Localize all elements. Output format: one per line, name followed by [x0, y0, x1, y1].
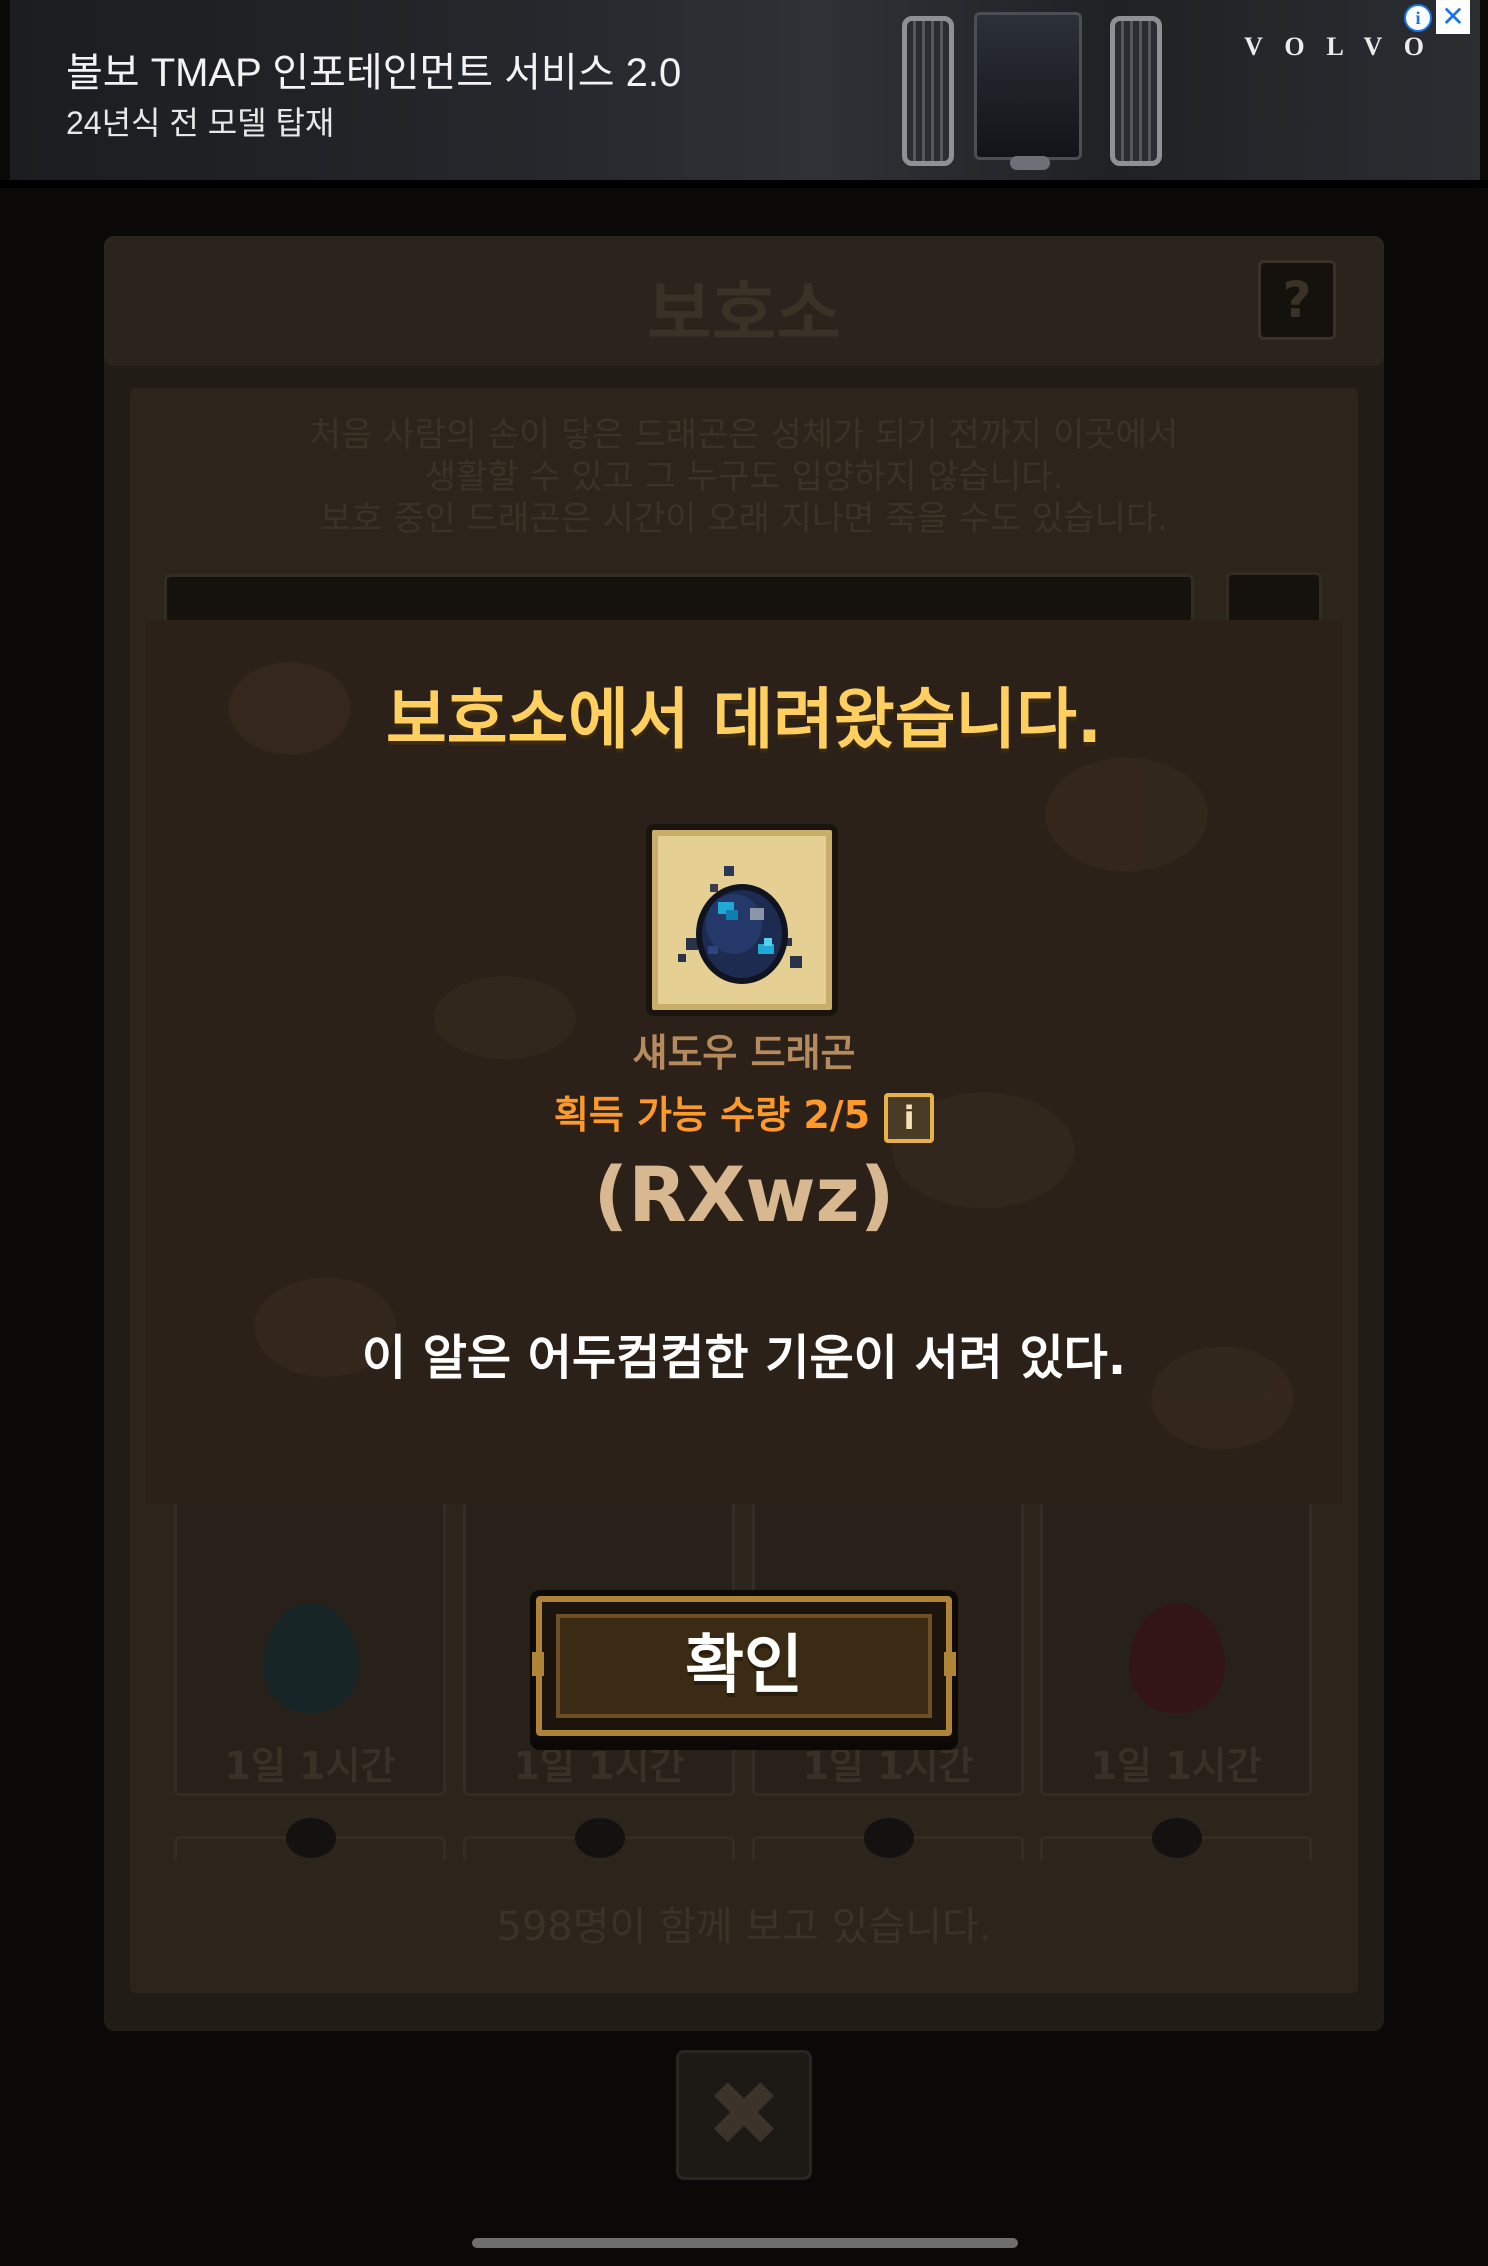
item-name: 섀도우 드래곤 — [632, 1031, 856, 1075]
ad-brand-logo: VOLVO — [1244, 32, 1446, 61]
egg-bubble-icon — [864, 1818, 914, 1858]
acquire-count-row: 획득 가능 수량 2/5 i — [146, 1084, 1342, 1143]
ad-close-icon[interactable]: ✕ — [1436, 0, 1470, 34]
ad-info-icon[interactable]: i — [1404, 4, 1432, 32]
ad-banner[interactable]: 볼보 TMAP 인포테인먼트 서비스 2.0 24년식 전 모델 탑재 VOLV… — [10, 0, 1480, 180]
modal-title: 보호소에서 데려왔습니다. — [386, 681, 1102, 758]
acquire-count-label: 획득 가능 수량 2/5 — [553, 1093, 871, 1137]
ad-divider — [0, 180, 1488, 188]
shelter-status-bar — [164, 574, 1194, 624]
ad-car-dashboard-image — [890, 6, 1220, 174]
egg-card-row-2 — [174, 1836, 1314, 1860]
viewer-count: 598명이 함께 보고 있습니다. — [496, 1904, 992, 1950]
ad-title: 볼보 TMAP 인포테인먼트 서비스 2.0 — [66, 51, 682, 95]
egg-timer: 1일 1시간 — [224, 1744, 396, 1788]
egg-timer: 1일 1시간 — [1090, 1744, 1262, 1788]
shadow-dragon-egg-icon — [678, 866, 802, 984]
info-icon[interactable]: i — [884, 1092, 935, 1143]
egg-bubble-icon — [575, 1818, 625, 1858]
egg-card[interactable]: 1일 1시간 — [1040, 1500, 1312, 1796]
help-button[interactable]: ? — [1258, 260, 1336, 340]
egg-timer: 1일 1시간 — [802, 1744, 974, 1788]
confirm-button[interactable]: 확인 — [530, 1590, 958, 1742]
confirm-label: 확인 — [685, 1629, 803, 1703]
egg-bubble-icon — [286, 1818, 336, 1858]
screen: 볼보 TMAP 인포테인먼트 서비스 2.0 24년식 전 모델 탑재 VOLV… — [0, 0, 1488, 2266]
egg-card[interactable]: 1일 1시간 — [174, 1500, 446, 1796]
egg-icon — [263, 1603, 359, 1713]
close-button[interactable]: ✖ — [676, 2050, 812, 2180]
item-frame — [646, 824, 838, 1016]
home-indicator[interactable] — [472, 2238, 1018, 2248]
ad-subtitle: 24년식 전 모델 탑재 — [66, 105, 335, 141]
egg-description: 이 알은 어두컴컴한 기운이 서려 있다. — [361, 1330, 1127, 1386]
egg-icon — [1129, 1603, 1225, 1713]
egg-code: (RXwz) — [593, 1150, 895, 1239]
acquired-modal: 보호소에서 데려왔습니다. 섀도우 드래곤 획득 가능 수량 2/5 i (RX… — [146, 620, 1342, 1504]
egg-bubble-icon — [1152, 1818, 1202, 1858]
egg-timer: 1일 1시간 — [513, 1744, 685, 1788]
shelter-description: 처음 사람의 손이 닿은 드래곤은 성체가 되기 전까지 이곳에서 생활할 수 … — [309, 415, 1179, 539]
